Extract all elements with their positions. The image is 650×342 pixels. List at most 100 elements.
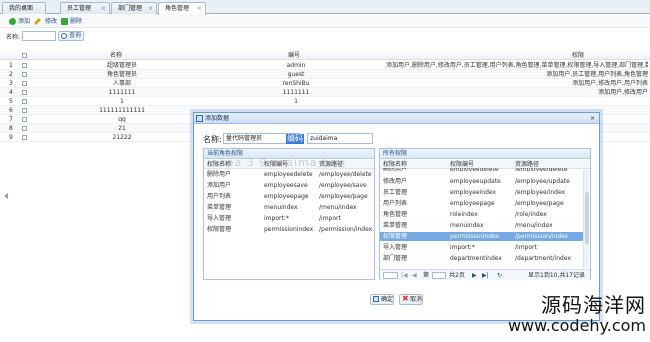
row-number: 2 xyxy=(9,71,13,78)
perm-name-cell: 删除用户 xyxy=(207,171,232,178)
list-item[interactable]: 添加用户 employeesave/employee/save xyxy=(204,181,374,190)
perm-code-cell: permissionindex xyxy=(450,233,500,240)
perm-code-cell: employeepage xyxy=(450,200,495,207)
next-page-icon[interactable]: ▶ xyxy=(472,270,477,281)
perm-name-cell: 导入管理 xyxy=(207,215,232,222)
perm-name-cell: 导入管理 xyxy=(383,244,408,251)
perm-name-cell: 部门管理 xyxy=(383,255,408,262)
close-icon[interactable]: × xyxy=(197,3,202,14)
scrollbar-thumb[interactable] xyxy=(585,192,589,244)
select-all-checkbox[interactable] xyxy=(22,53,27,58)
row-checkbox[interactable] xyxy=(22,99,27,104)
list-item[interactable]: 权限管理 permissionindex/permission/index xyxy=(204,225,374,234)
search-button[interactable]: 查询 xyxy=(58,31,84,41)
tab-role[interactable]: 角色管理 × xyxy=(158,2,206,15)
cancel-button[interactable]: ✖ 取消 xyxy=(399,294,424,305)
row-number: 1 xyxy=(9,62,13,69)
search-label: 名称: xyxy=(6,34,21,41)
ok-label: 确定 xyxy=(381,296,394,303)
close-icon[interactable]: × xyxy=(101,3,106,14)
list-item[interactable]: 导入管理 import:* /import xyxy=(380,243,583,252)
ok-button[interactable]: 确定 xyxy=(370,294,395,305)
perm-path-cell: /department/index xyxy=(515,255,571,262)
perm-path-cell: /employee/index xyxy=(515,189,566,196)
role-code-cell: renShiBu xyxy=(282,80,310,87)
watermark-text: sea 3 9 zaaima b m xyxy=(220,156,347,169)
site-watermark: 源码海洋网 www.codehy.com xyxy=(460,289,646,335)
tab-department-label: 部门管理 xyxy=(118,5,143,12)
role-name-cell: 超级管理员 xyxy=(106,62,137,69)
role-code-cell: 1 xyxy=(294,98,298,105)
delete-button[interactable]: 删除 xyxy=(61,17,82,26)
collapse-arrow-icon[interactable] xyxy=(4,193,8,199)
col-header-name[interactable]: 名称 xyxy=(110,51,122,60)
list-item[interactable]: 菜单管理 menuindex/menu/index xyxy=(204,203,374,212)
row-checkbox[interactable] xyxy=(22,117,27,122)
perm-path-cell: /import xyxy=(515,244,537,251)
search-input[interactable] xyxy=(22,31,56,41)
row-number: 8 xyxy=(9,125,13,132)
row-checkbox[interactable] xyxy=(22,63,27,68)
perm-code-cell: permissionindex xyxy=(264,226,314,233)
vertical-scrollbar[interactable] xyxy=(583,170,589,268)
tab-desktop-label: 我的桌面 xyxy=(9,5,34,12)
row-checkbox[interactable] xyxy=(22,72,27,77)
first-page-icon[interactable]: |◀ xyxy=(401,270,408,281)
add-button[interactable]: 添加 xyxy=(9,17,30,26)
list-item[interactable]: 员工管理 employeeindex/employee/index xyxy=(380,188,583,197)
list-item[interactable]: 角色管理 roleindex/role/index xyxy=(380,210,583,219)
role-name-cell: qq xyxy=(118,116,126,123)
table-row[interactable]: 2 角色管理员 guest 添加用户,员工管理,用户列表,角色管理 xyxy=(0,70,650,79)
row-checkbox[interactable] xyxy=(22,90,27,95)
list-item[interactable]: 修改用户 employeeupdate/employee/update xyxy=(380,177,583,186)
list-item[interactable]: 部门管理 departmentindex/department/index xyxy=(380,254,583,263)
role-code-cell: admin xyxy=(286,62,306,69)
dialog-title-bar: 添加数据 × xyxy=(194,113,599,124)
table-row[interactable]: 1 超级管理员 admin 添加用户,删除用户,修改用户,员工管理,用户列表,角色管理… xyxy=(0,61,650,70)
tab-role-label: 角色管理 xyxy=(165,5,190,12)
table-row[interactable]: 5 1 1 xyxy=(0,97,650,106)
perm-path-cell: /permission/index xyxy=(319,226,373,233)
code-input[interactable]: zuidaima xyxy=(307,133,373,144)
save-icon xyxy=(373,296,379,302)
close-icon[interactable]: × xyxy=(148,3,153,14)
page-number-input[interactable] xyxy=(432,272,446,279)
row-checkbox[interactable] xyxy=(22,126,27,131)
list-item[interactable]: 删除用户 employeedelete/employee/delete xyxy=(204,170,374,179)
row-checkbox[interactable] xyxy=(22,81,27,86)
perm-code-cell: import:* xyxy=(450,244,475,251)
page-size-select[interactable] xyxy=(383,272,398,279)
list-item[interactable]: 导入管理 import:* /import xyxy=(204,214,374,223)
list-item[interactable]: 权限管理 permissionindex/permission/index xyxy=(380,232,583,241)
row-checkbox[interactable] xyxy=(22,135,27,140)
edit-icon xyxy=(33,17,42,26)
table-row[interactable]: 3 人事部 renShiBu 添加用户,修改用户,用户列表 xyxy=(0,79,650,88)
list-item[interactable]: 用户列表 employeepage/employee/page xyxy=(380,199,583,208)
add-label: 添加 xyxy=(18,18,31,25)
perm-code-cell: employeeindex xyxy=(450,189,497,196)
perm-code-cell: departmentindex xyxy=(450,255,502,262)
prev-page-icon[interactable]: ◀ xyxy=(412,270,417,281)
row-number: 7 xyxy=(9,116,13,123)
delete-icon xyxy=(61,18,68,25)
tab-employee[interactable]: 员工管理 × xyxy=(60,2,110,14)
row-checkbox[interactable] xyxy=(22,108,27,113)
list-item[interactable]: 删除用户 employeedelete/employee/delete xyxy=(380,168,583,173)
tab-department[interactable]: 部门管理 × xyxy=(111,2,157,14)
perm-name-cell: 角色管理 xyxy=(383,211,408,218)
list-item[interactable]: 用户列表 employeepage/employee/page xyxy=(204,192,374,201)
perm-name-cell: 权限管理 xyxy=(207,226,232,233)
col-header-code[interactable]: 编号 xyxy=(288,51,300,60)
table-row[interactable]: 4 1111111 1111111 添加用户,修改用户 xyxy=(0,88,650,97)
perm-code-cell: employeesave xyxy=(264,182,308,189)
tab-desktop[interactable]: 我的桌面 xyxy=(2,2,46,14)
col-header-permissions[interactable]: 权限 xyxy=(572,51,584,60)
add-icon xyxy=(9,18,16,25)
refresh-icon[interactable]: ↻ xyxy=(497,270,502,281)
edit-button[interactable]: 修改 xyxy=(33,17,58,26)
cancel-icon: ✖ xyxy=(402,294,409,303)
close-icon[interactable]: × xyxy=(590,113,595,124)
edit-label: 修改 xyxy=(45,18,58,25)
last-page-icon[interactable]: ▶| xyxy=(482,270,489,281)
list-item[interactable]: 菜单管理 menuindex/menu/index xyxy=(380,221,583,230)
